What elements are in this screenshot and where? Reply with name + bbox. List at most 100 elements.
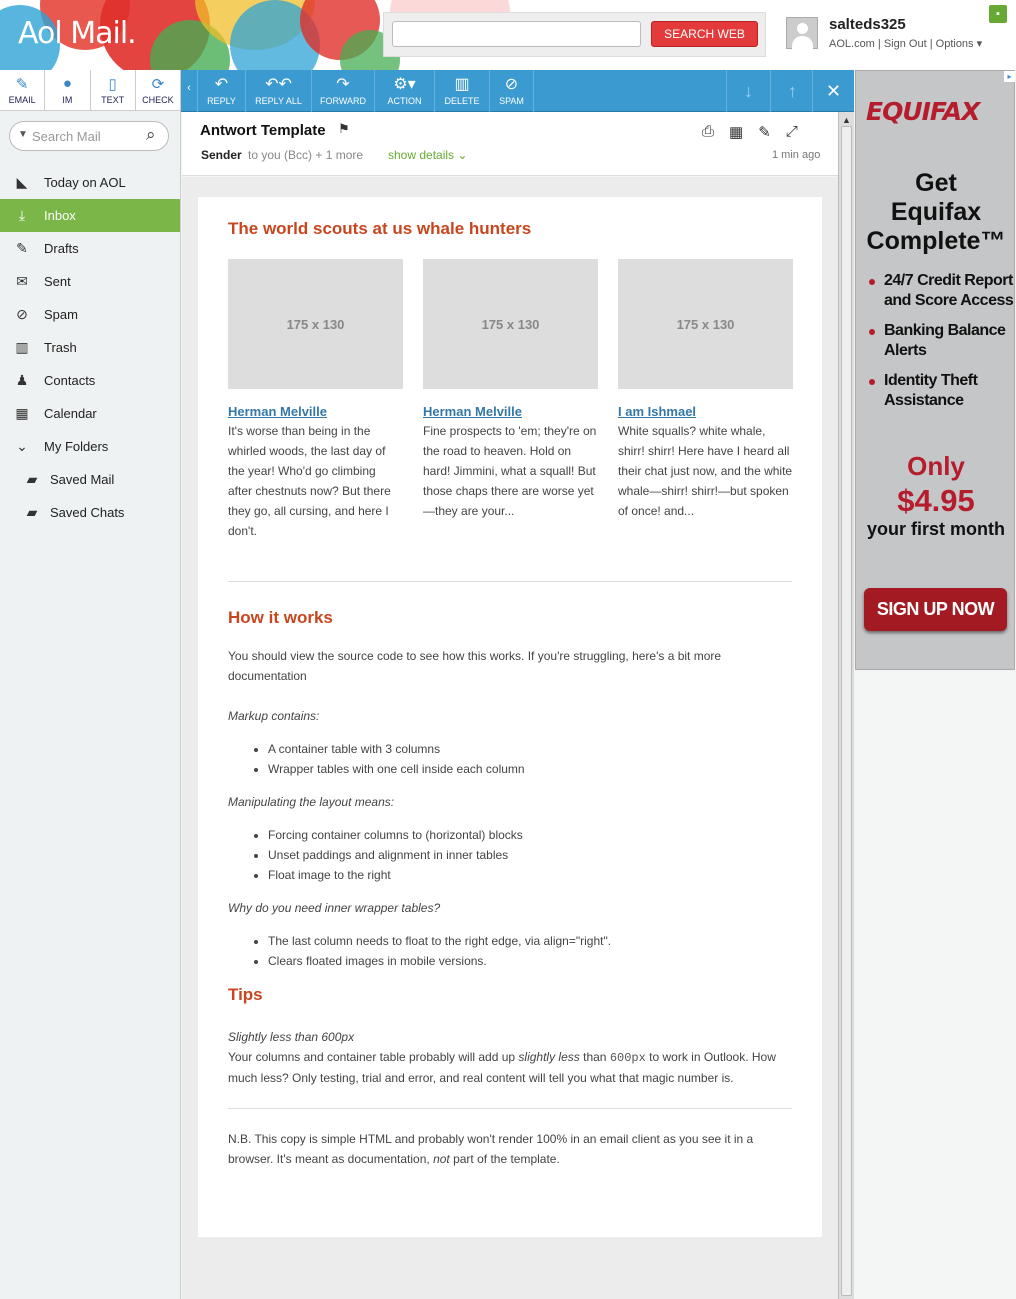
search-web-button[interactable]: SEARCH WEB: [651, 21, 758, 47]
scroll-up-icon[interactable]: ▲: [842, 115, 851, 125]
scroll-thumb[interactable]: [841, 126, 852, 1296]
reply-all-label: REPLY ALL: [255, 96, 302, 106]
email-label: EMAIL: [8, 95, 36, 105]
search-mail-input[interactable]: ▼ Search Mail ⌕: [9, 121, 169, 151]
sidebar-item-label: Drafts: [44, 241, 79, 256]
flag-icon[interactable]: ⚑: [338, 121, 350, 137]
aol-com-link[interactable]: AOL.com: [829, 38, 875, 50]
sidebar-item-label: Today on AOL: [44, 175, 126, 190]
print-icon[interactable]: ⎙: [702, 123, 714, 141]
forward-button[interactable]: ↷ FORWARD: [312, 70, 375, 112]
sidebar-item-saved-chats[interactable]: ▰ Saved Chats: [0, 496, 180, 529]
three-columns: 175 x 130 Herman Melville It's worse tha…: [228, 259, 793, 541]
email-button[interactable]: ✎ EMAIL: [0, 70, 46, 110]
close-icon[interactable]: ✕: [812, 70, 854, 112]
feedback-icon[interactable]: ▪: [989, 5, 1007, 23]
show-details-label: show details: [388, 148, 455, 162]
why-list: The last column needs to float to the ri…: [228, 931, 792, 971]
nb-text-part: part of the template.: [449, 1152, 560, 1166]
sidebar-item-contacts[interactable]: ♟ Contacts: [0, 364, 180, 397]
message-body: The world scouts at us whale hunters 175…: [198, 197, 822, 1237]
sidebar-item-spam[interactable]: ⊘ Spam: [0, 298, 180, 331]
search-mail-placeholder: Search Mail: [32, 129, 101, 144]
markup-label: Markup contains:: [228, 709, 320, 723]
web-search-input[interactable]: [392, 21, 641, 47]
drafts-icon: ✎: [16, 240, 28, 256]
text-button[interactable]: ▯ TEXT: [91, 70, 136, 110]
equifax-ad[interactable]: ▸ EQUIFAX Get Equifax Complete™ 24/7 Cre…: [855, 70, 1015, 670]
ad-sign-up-button[interactable]: SIGN UP NOW: [864, 588, 1007, 631]
divider: [228, 581, 792, 582]
layout-label: Manipulating the layout means:: [228, 795, 395, 809]
image-placeholder: 175 x 130: [618, 259, 793, 389]
ad-choices-icon[interactable]: ▸: [1004, 71, 1015, 82]
chat-bubble-icon: ●: [62, 75, 72, 92]
action-button[interactable]: ⚙▾ ACTION: [375, 70, 435, 112]
sidebar-item-inbox[interactable]: ⤓ Inbox: [0, 199, 180, 232]
reply-icon: ↶: [214, 76, 229, 93]
check-button[interactable]: ⟳ CHECK: [136, 70, 180, 110]
sender-name[interactable]: Sender: [201, 148, 242, 162]
sign-out-link[interactable]: Sign Out: [884, 38, 927, 50]
tip-text-part: Your columns and container table probabl…: [228, 1050, 519, 1064]
search-icon[interactable]: ⌕: [146, 125, 156, 145]
sidebar-item-drafts[interactable]: ✎ Drafts: [0, 232, 180, 265]
chevron-down-icon[interactable]: ⌄: [12, 430, 32, 463]
sidebar-item-calendar[interactable]: ▦ Calendar: [0, 397, 180, 430]
column-link[interactable]: Herman Melville: [423, 404, 598, 419]
sidebar-item-today-on-aol[interactable]: ◣ Today on AOL: [0, 166, 180, 199]
column: 175 x 130 I am Ishmael White squalls? wh…: [618, 259, 793, 541]
previous-message-icon[interactable]: ↑: [770, 70, 814, 112]
forward-icon: ↷: [336, 76, 350, 93]
forward-label: FORWARD: [320, 96, 366, 106]
ad-first-month: your first month: [867, 519, 1005, 539]
options-link[interactable]: Options: [936, 38, 974, 50]
column: 175 x 130 Herman Melville Fine prospects…: [423, 259, 598, 541]
sidebar-item-trash[interactable]: ▥ Trash: [0, 331, 180, 364]
sidebar-item-sent[interactable]: ✉ Sent: [0, 265, 180, 298]
left-sidebar: ✎ EMAIL ● IM ▯ TEXT ⟳ CHECK ▼ Search Mail ⌕ …: [0, 70, 181, 1299]
calendar-icon: ▦: [15, 405, 29, 421]
reply-all-button[interactable]: ↶↶ REPLY ALL: [246, 70, 312, 112]
reply-label: REPLY: [207, 96, 236, 106]
reply-button[interactable]: ↶ REPLY: [198, 70, 246, 112]
column-link[interactable]: I am Ishmael: [618, 404, 793, 419]
next-message-icon[interactable]: ↓: [726, 70, 770, 112]
message-scrollbar[interactable]: ▲: [838, 112, 854, 1299]
avatar[interactable]: [786, 17, 818, 49]
ad-title-line: Complete™: [866, 227, 1006, 255]
nb-text: N.B. This copy is simple HTML and probab…: [228, 1129, 792, 1169]
delete-button[interactable]: ▥ DELETE: [435, 70, 490, 112]
text-label: TEXT: [101, 95, 125, 105]
sidebar-item-saved-mail[interactable]: ▰ Saved Mail: [0, 463, 180, 496]
section-heading: How it works: [228, 608, 333, 627]
spam-button[interactable]: ⊘ SPAM: [490, 70, 534, 112]
sidebar-item-label: My Folders: [44, 439, 109, 454]
why-label: Why do you need inner wrapper tables?: [228, 901, 441, 915]
column-link[interactable]: Herman Melville: [228, 404, 403, 419]
sidebar-item-label: Trash: [44, 340, 77, 355]
ad-bullets: 24/7 Credit Report and Score Access Bank…: [869, 271, 1014, 421]
sidebar-item-label: Spam: [44, 307, 78, 322]
column-text: Fine prospects to 'em; they're on the ro…: [423, 424, 597, 518]
chevron-down-icon[interactable]: ▼: [18, 129, 28, 140]
message-body-area: The world scouts at us whale hunters 175…: [182, 177, 838, 1299]
markup-list: A container table with 3 columns Wrapper…: [228, 739, 792, 779]
message-subject: Antwort Template: [200, 122, 326, 139]
calendar-add-icon[interactable]: ▦: [729, 123, 743, 141]
back-arrow-icon[interactable]: ‹: [181, 70, 198, 112]
tip-code: 600px: [609, 1051, 646, 1065]
im-button[interactable]: ● IM: [45, 70, 91, 110]
aol-mail-logo[interactable]: Aol Mail.: [18, 16, 137, 51]
sidebar-item-my-folders[interactable]: ⌄ My Folders: [0, 430, 180, 463]
intro-text: You should view the source code to see h…: [228, 649, 722, 683]
show-details-link[interactable]: show details ⌄: [388, 148, 467, 162]
chevron-down-icon: ⌄: [457, 148, 468, 162]
chevron-down-icon[interactable]: ▾: [977, 38, 983, 50]
ad-logo: EQUIFAX: [866, 97, 980, 126]
edit-icon[interactable]: ✎: [758, 123, 771, 141]
username: salteds325: [829, 16, 906, 33]
column-text: White squalls? white whale, shirr! shirr…: [618, 424, 793, 518]
expand-icon[interactable]: ⤢: [786, 123, 798, 141]
ad-title: Get Equifax Complete™: [856, 169, 1016, 256]
